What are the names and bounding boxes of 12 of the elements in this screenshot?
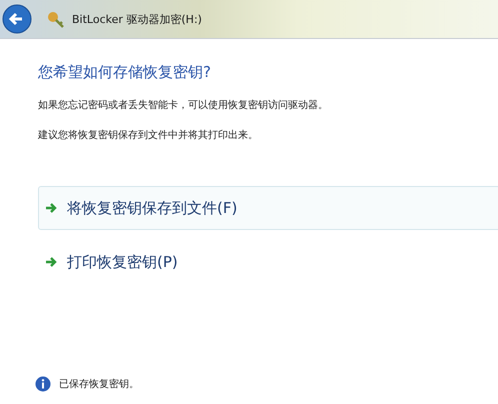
page-heading: 您希望如何存储恢复密钥?: [38, 63, 212, 82]
info-icon: [35, 376, 51, 392]
description-text: 如果您忘记密码或者丢失智能卡，可以使用恢复密钥访问驱动器。: [38, 98, 329, 112]
arrow-icon: [45, 202, 57, 214]
command-link[interactable]: 打印恢复密钥(P): [38, 240, 498, 284]
back-icon[interactable]: [2, 4, 32, 34]
command-link[interactable]: 将恢复密钥保存到文件(F): [38, 186, 498, 230]
arrow-icon: [45, 256, 57, 268]
description-text: 建议您将恢复密钥保存到文件中并将其打印出来。: [38, 128, 259, 142]
key-icon: [46, 9, 66, 29]
status-text: 已保存恢复密钥。: [59, 378, 139, 391]
window-title: BitLocker 驱动器加密(H:): [72, 12, 202, 26]
